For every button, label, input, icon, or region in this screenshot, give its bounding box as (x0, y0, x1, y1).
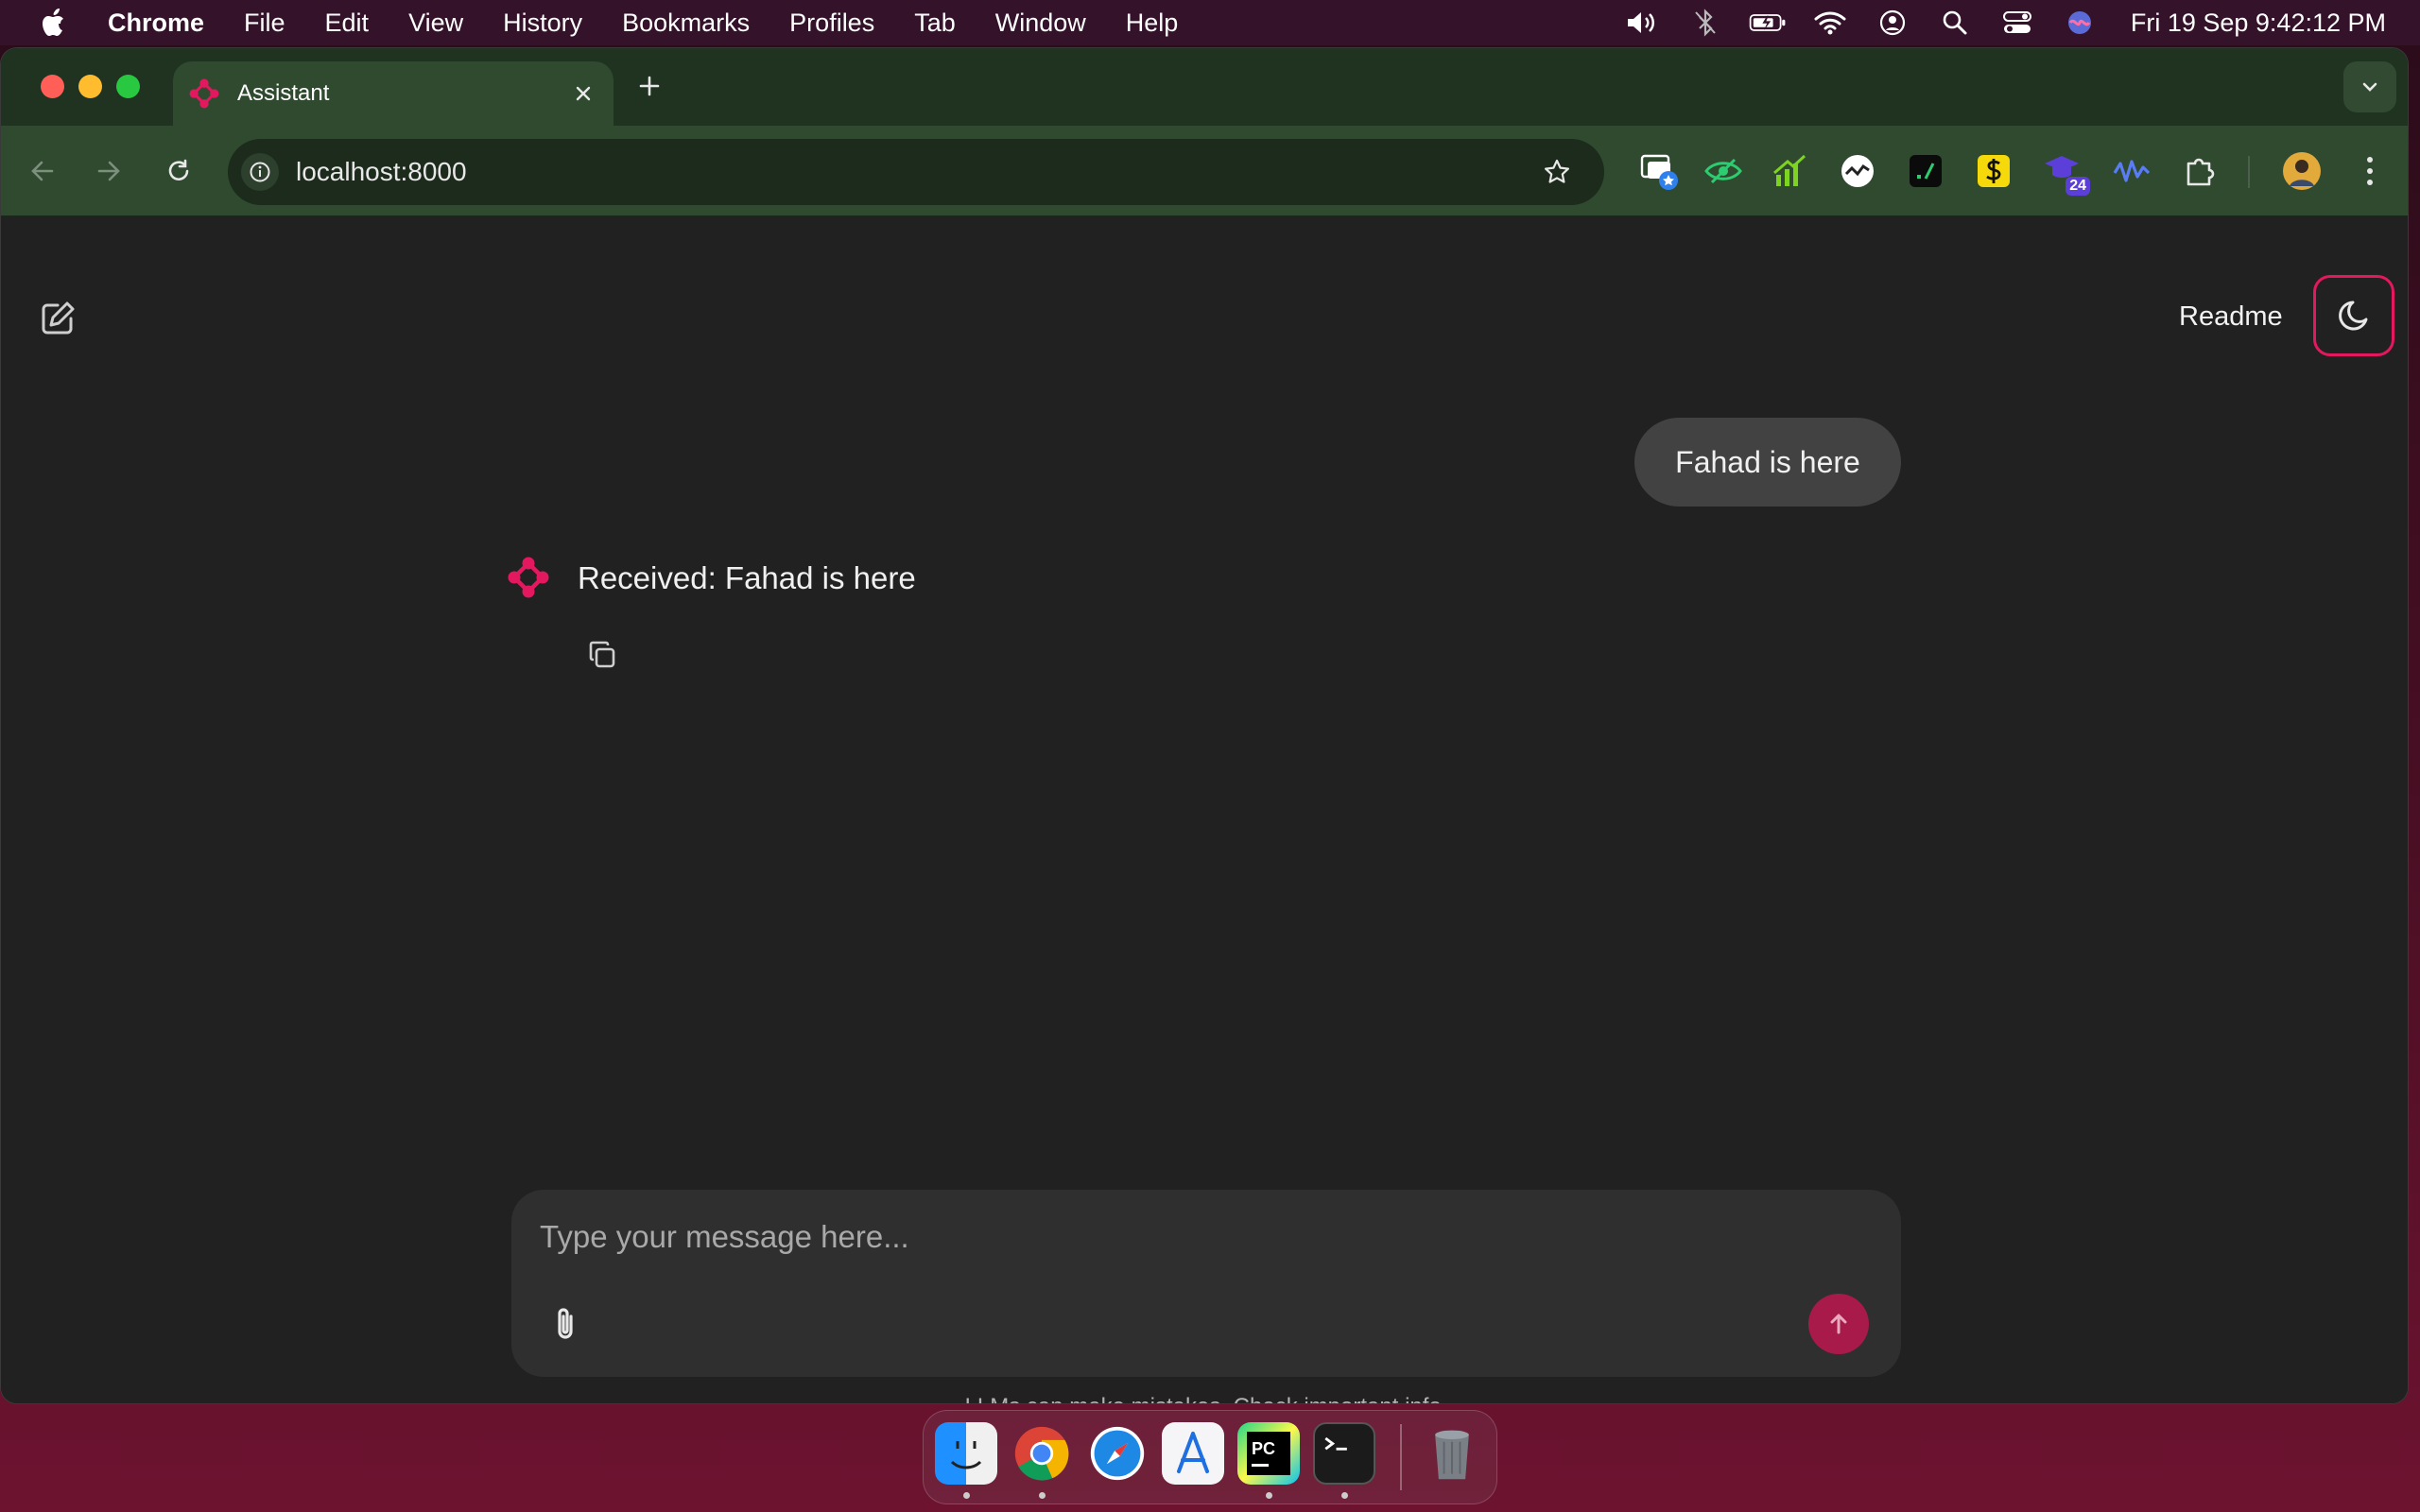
wifi-icon[interactable] (1811, 9, 1849, 37)
dock-divider (1400, 1424, 1402, 1490)
kebab-menu-icon[interactable] (2345, 146, 2394, 196)
extension-terminal-slash-icon[interactable] (1901, 146, 1950, 196)
theme-toggle-button[interactable] (2313, 275, 2394, 356)
site-info-icon[interactable] (241, 153, 279, 191)
tab-strip: Assistant (1, 48, 2408, 126)
menu-app-chrome[interactable]: Chrome (108, 9, 204, 38)
window-minimize-button[interactable] (78, 75, 102, 98)
menu-edit[interactable]: Edit (325, 9, 370, 38)
extensions-puzzle-icon[interactable] (2175, 146, 2224, 196)
tab-assistant[interactable]: Assistant (173, 61, 614, 126)
menubar-clock[interactable]: Fri 19 Sep 9:42:12 PM (2131, 9, 2386, 38)
browser-toolbar: localhost:8000 24 (1, 126, 2408, 216)
assistant-message-text: Received: Fahad is here (578, 560, 916, 595)
terminal-running-dot (1341, 1492, 1348, 1499)
extension-tab-manager-icon[interactable] (1634, 146, 1684, 196)
extension-dollar-icon[interactable] (1969, 146, 2018, 196)
macos-menu-bar: Chrome File Edit View History Bookmarks … (0, 0, 2420, 45)
tab-search-chevron-down-icon[interactable] (2343, 61, 2396, 112)
readme-link[interactable]: Readme (2179, 301, 2283, 333)
back-icon[interactable] (22, 150, 63, 192)
app-store-icon[interactable] (1162, 1422, 1224, 1485)
menu-tab[interactable]: Tab (914, 9, 956, 38)
chrome-running-dot (1039, 1492, 1046, 1499)
finder-icon[interactable] (935, 1422, 997, 1485)
terminal-icon[interactable] (1313, 1422, 1375, 1485)
control-center-icon[interactable] (1998, 9, 2036, 37)
window-close-button[interactable] (41, 75, 64, 98)
tab-close-icon[interactable] (566, 77, 600, 111)
trash-icon[interactable] (1421, 1422, 1483, 1485)
moon-icon (2335, 297, 2373, 335)
message-input[interactable] (540, 1212, 1844, 1262)
send-button[interactable] (1808, 1294, 1869, 1354)
extension-badge-count: 24 (2066, 177, 2090, 196)
browser-window: Assistant localhost:8000 24 Readme Fahad… (0, 47, 2409, 1404)
extension-chart-growth-icon[interactable] (1765, 146, 1814, 196)
user-message-text: Fahad is here (1675, 444, 1860, 479)
battery-icon[interactable] (1749, 9, 1787, 37)
reload-icon[interactable] (158, 150, 199, 192)
forward-icon[interactable] (88, 150, 130, 192)
paperclip-icon[interactable] (544, 1299, 589, 1349)
svg-text:PC: PC (1252, 1439, 1275, 1458)
macos-dock: PC (923, 1410, 1497, 1504)
extension-graduation-cap-icon[interactable]: 24 (2037, 146, 2090, 196)
tab-title: Assistant (237, 80, 330, 106)
extension-waveform-icon[interactable] (2107, 146, 2156, 196)
new-chat-icon[interactable] (35, 296, 80, 341)
new-tab-plus-icon[interactable] (632, 69, 666, 103)
volume-icon[interactable] (1624, 9, 1662, 37)
apple-icon[interactable] (40, 7, 70, 39)
chat-page: Readme Fahad is here Received: Fahad is … (1, 216, 2408, 1403)
message-composer (511, 1190, 1901, 1377)
spotlight-search-icon[interactable] (1936, 9, 1974, 37)
user-message-bubble: Fahad is here (1634, 418, 1901, 507)
address-bar[interactable]: localhost:8000 (228, 139, 1604, 205)
menu-history[interactable]: History (503, 9, 582, 38)
disclaimer-text: LLMs can make mistakes. Check important … (511, 1394, 1901, 1403)
siri-icon[interactable] (2061, 9, 2099, 37)
address-url[interactable]: localhost:8000 (296, 157, 1536, 187)
finder-running-dot (963, 1492, 970, 1499)
profile-avatar[interactable] (2277, 146, 2326, 196)
menu-bookmarks[interactable]: Bookmarks (622, 9, 750, 38)
bluetooth-icon[interactable] (1686, 9, 1724, 37)
safari-icon[interactable] (1086, 1422, 1149, 1485)
user-account-icon[interactable] (1874, 9, 1911, 37)
window-zoom-button[interactable] (116, 75, 140, 98)
bookmark-star-icon[interactable] (1536, 151, 1578, 193)
pycharm-icon[interactable]: PC (1237, 1422, 1300, 1485)
copy-icon[interactable] (583, 636, 621, 674)
menu-file[interactable]: File (244, 9, 285, 38)
toolbar-divider (2248, 156, 2250, 188)
extension-activity-icon[interactable] (1833, 146, 1882, 196)
assistant-favicon-icon (188, 77, 220, 110)
pycharm-running-dot (1266, 1492, 1272, 1499)
chrome-icon[interactable] (1011, 1422, 1073, 1485)
extension-eye-icon[interactable] (1699, 146, 1748, 196)
arrow-up-icon (1825, 1311, 1852, 1337)
assistant-logo-icon (508, 557, 549, 598)
menu-help[interactable]: Help (1126, 9, 1179, 38)
menu-view[interactable]: View (408, 9, 463, 38)
menu-profiles[interactable]: Profiles (789, 9, 874, 38)
menubar-status-area: Fri 19 Sep 9:42:12 PM (1599, 0, 2386, 45)
menu-window[interactable]: Window (995, 9, 1086, 38)
